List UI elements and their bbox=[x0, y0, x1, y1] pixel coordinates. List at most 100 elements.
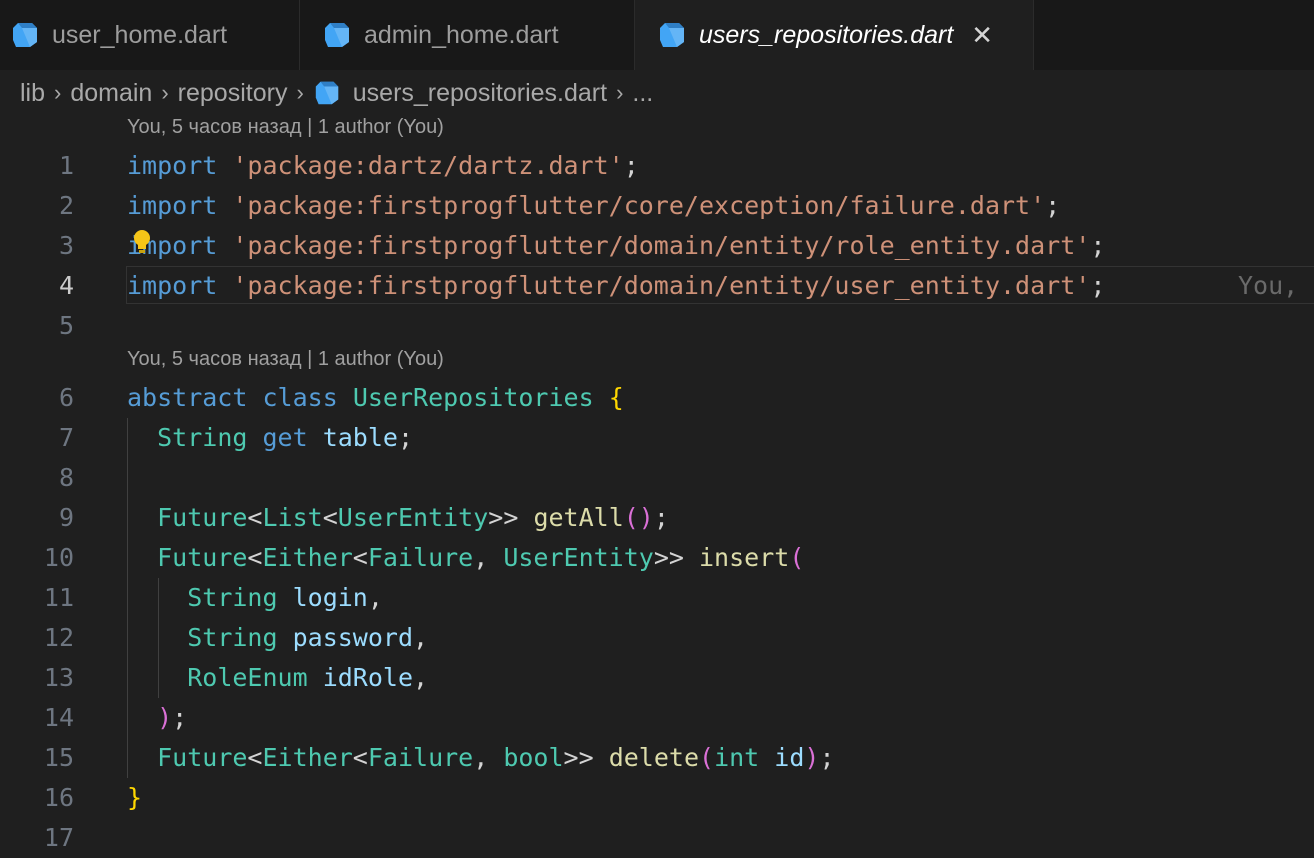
code-token: Either bbox=[262, 743, 353, 772]
line-number: 8 bbox=[58, 463, 74, 492]
code-token: UserRepositories bbox=[352, 383, 594, 412]
code-line[interactable]: 16} bbox=[0, 778, 1314, 818]
code-token: , bbox=[473, 743, 504, 772]
dart-file-icon bbox=[660, 23, 684, 47]
code-token: < bbox=[247, 503, 263, 532]
code-token: 'package:firstprogflutter/core/exception… bbox=[232, 191, 1046, 220]
code-token: Failure bbox=[367, 743, 474, 772]
codelens-author[interactable]: You, 5 часов назад | 1 author (You) bbox=[127, 116, 444, 139]
tab-label: admin_home.dart bbox=[364, 20, 559, 49]
code-text: import 'package:dartz/dartz.dart'; bbox=[127, 146, 639, 186]
code-line[interactable]: 9 Future<List<UserEntity>> getAll(); bbox=[0, 498, 1314, 538]
code-text: ); bbox=[127, 698, 187, 738]
line-number: 16 bbox=[43, 783, 74, 812]
code-token: Future bbox=[157, 503, 248, 532]
code-token: Future bbox=[157, 743, 248, 772]
code-text: } bbox=[127, 778, 142, 818]
code-token: import bbox=[127, 151, 218, 180]
lightbulb-icon[interactable] bbox=[131, 229, 153, 255]
code-token: >> bbox=[488, 503, 534, 532]
tab-label: users_repositories.dart bbox=[699, 20, 954, 49]
breadcrumb: lib › domain › repository › users_reposi… bbox=[20, 74, 653, 112]
code-token: , bbox=[413, 663, 429, 692]
code-token: import bbox=[127, 191, 218, 220]
code-text: Future<Either<Failure, UserEntity>> inse… bbox=[127, 538, 804, 578]
dart-file-icon bbox=[325, 23, 349, 47]
code-text: import 'package:firstprogflutter/core/ex… bbox=[127, 186, 1060, 226]
code-token: < bbox=[247, 743, 263, 772]
code-token: ( bbox=[789, 543, 805, 572]
code-text: String login, bbox=[127, 578, 383, 618]
code-token: () bbox=[623, 503, 654, 532]
code-token: table bbox=[322, 423, 398, 452]
code-token: ) bbox=[804, 743, 820, 772]
code-line[interactable]: 17 bbox=[0, 818, 1314, 858]
code-line[interactable]: 12 String password, bbox=[0, 618, 1314, 658]
code-token: id bbox=[774, 743, 805, 772]
code-line[interactable]: 1 import 'package:dartz/dartz.dart'; bbox=[0, 146, 1314, 186]
code-line[interactable]: 4 import 'package:firstprogflutter/domain… bbox=[0, 266, 1314, 306]
code-text: RoleEnum idRole, bbox=[127, 658, 428, 698]
code-line[interactable]: 7 String get table; bbox=[0, 418, 1314, 458]
code-line[interactable]: 2 import 'package:firstprogflutter/core/e… bbox=[0, 186, 1314, 226]
code-line[interactable]: 8 bbox=[0, 458, 1314, 498]
code-token: < bbox=[322, 503, 338, 532]
line-number: 17 bbox=[43, 823, 74, 852]
line-number: 15 bbox=[43, 743, 74, 772]
code-token: ; bbox=[172, 703, 188, 732]
code-token: import bbox=[127, 271, 218, 300]
dart-file-icon bbox=[13, 23, 37, 47]
code-token: insert bbox=[699, 543, 790, 572]
chevron-right-icon: › bbox=[616, 80, 624, 105]
code-line[interactable]: 5 bbox=[0, 306, 1314, 346]
code-token: ; bbox=[397, 423, 414, 452]
line-number: 6 bbox=[58, 383, 74, 412]
code-token: String bbox=[187, 623, 278, 652]
codelens-author[interactable]: You, 5 часов назад | 1 author (You) bbox=[127, 348, 444, 371]
code-token: < bbox=[352, 743, 368, 772]
line-number: 10 bbox=[43, 543, 74, 572]
line-number: 13 bbox=[43, 663, 74, 692]
chevron-right-icon: › bbox=[296, 80, 304, 105]
code-line[interactable]: 6 abstract class UserRepositories { bbox=[0, 378, 1314, 418]
indent-guide bbox=[127, 418, 128, 778]
code-token: get bbox=[262, 423, 308, 452]
code-token: , bbox=[413, 623, 429, 652]
close-icon[interactable]: ✕ bbox=[971, 22, 993, 48]
breadcrumb-item-symbols[interactable]: ... bbox=[632, 79, 653, 108]
chevron-right-icon: › bbox=[161, 80, 169, 105]
code-token: ; bbox=[819, 743, 835, 772]
line-number: 12 bbox=[43, 623, 74, 652]
line-number: 7 bbox=[58, 423, 74, 452]
code-line[interactable]: 10 Future<Either<Failure, UserEntity>> i… bbox=[0, 538, 1314, 578]
line-number: 2 bbox=[58, 191, 74, 220]
tab-admin-home[interactable]: admin_home.dart bbox=[300, 0, 635, 70]
code-text: Future<List<UserEntity>> getAll(); bbox=[127, 498, 669, 538]
breadcrumb-item-repository[interactable]: repository bbox=[178, 79, 288, 108]
tab-user-home[interactable]: user_home.dart bbox=[0, 0, 300, 70]
code-token: 'package:firstprogflutter/domain/entity/… bbox=[232, 271, 1091, 300]
code-line[interactable]: 14 ); bbox=[0, 698, 1314, 738]
code-line[interactable]: 15 Future<Either<Failure, bool>> delete(… bbox=[0, 738, 1314, 778]
breadcrumb-item-domain[interactable]: domain bbox=[70, 79, 152, 108]
breadcrumb-item-file[interactable]: users_repositories.dart bbox=[353, 79, 607, 108]
code-token: < bbox=[247, 543, 263, 572]
line-number: 11 bbox=[43, 583, 74, 612]
code-line[interactable]: 3 import 'package:firstprogflutter/domain… bbox=[0, 226, 1314, 266]
code-line[interactable]: 11 String login, bbox=[0, 578, 1314, 618]
tab-users-repositories[interactable]: users_repositories.dart ✕ bbox=[635, 0, 1034, 70]
code-token: ; bbox=[1090, 271, 1106, 300]
line-number: 3 bbox=[58, 231, 74, 260]
code-line[interactable]: 13 RoleEnum idRole, bbox=[0, 658, 1314, 698]
breadcrumb-item-lib[interactable]: lib bbox=[20, 79, 45, 108]
code-text: import 'package:firstprogflutter/domain/… bbox=[127, 266, 1105, 306]
code-token: delete bbox=[608, 743, 700, 772]
